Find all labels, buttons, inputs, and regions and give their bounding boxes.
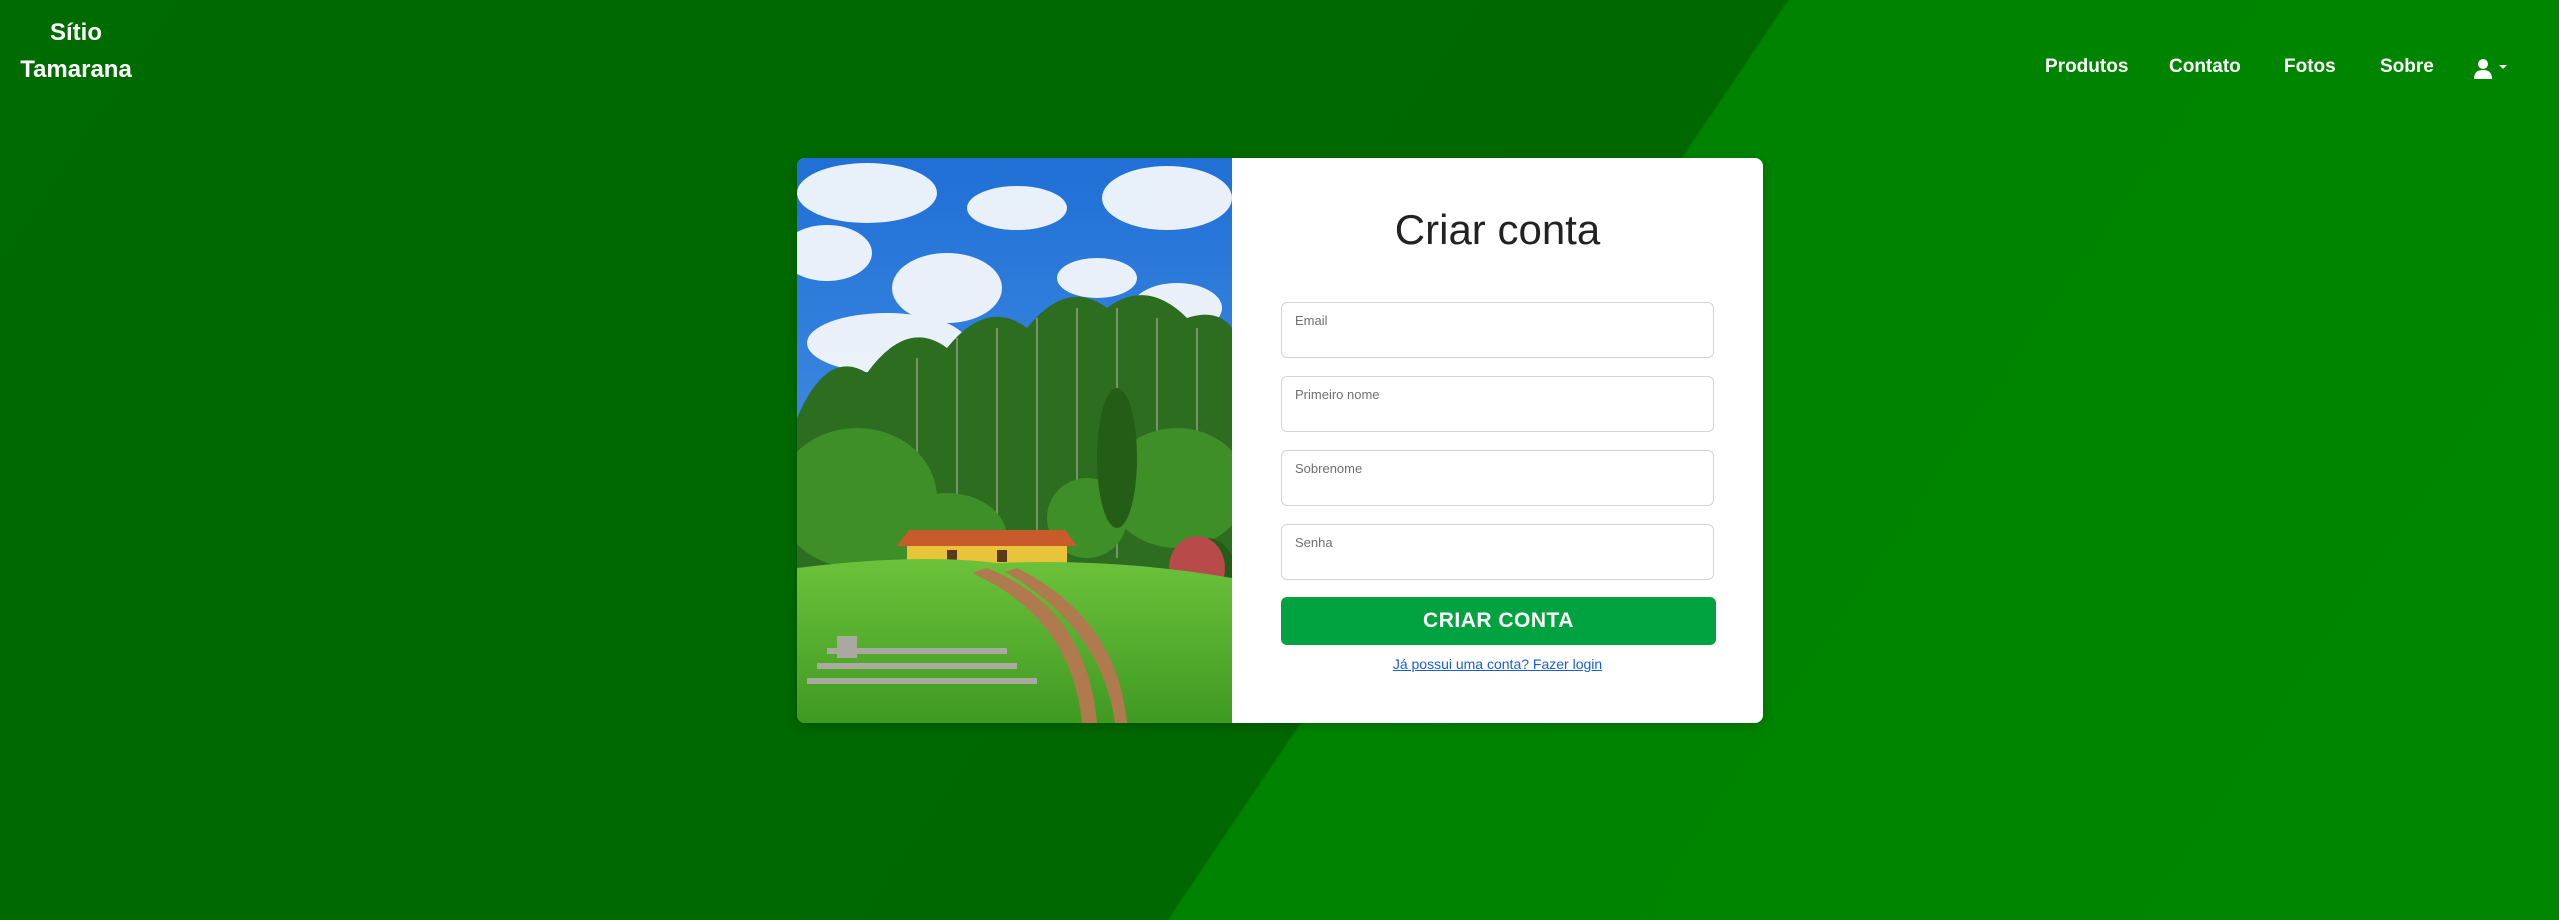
password-label: Senha [1295,535,1333,550]
user-menu-dropdown[interactable] [2474,58,2514,80]
email-label: Email [1295,313,1328,328]
first-name-field[interactable]: Primeiro nome [1281,376,1714,432]
login-link[interactable]: Já possui uma conta? Fazer login [1232,656,1763,672]
brand-logo[interactable]: Sítio Tamarana [20,14,132,88]
signup-card: Criar conta Email Primeiro nome Sobrenom… [797,158,1763,723]
email-input[interactable] [1294,327,1701,351]
password-input[interactable] [1294,549,1701,573]
user-icon [2474,59,2492,79]
last-name-input[interactable] [1294,475,1701,499]
form-title: Criar conta [1394,206,1601,253]
caret-down-icon [2499,65,2507,69]
nav-sobre[interactable]: Sobre [2380,56,2434,78]
password-field[interactable]: Senha [1281,524,1714,580]
email-field[interactable]: Email [1281,302,1714,358]
signup-form: Criar conta Email Primeiro nome Sobrenom… [1232,158,1763,723]
navbar: Sítio Tamarana Produtos Contato Fotos So… [0,0,2559,140]
first-name-input[interactable] [1294,401,1701,425]
last-name-label: Sobrenome [1295,461,1363,476]
brand-line-1: Sítio [50,19,102,46]
nav-fotos[interactable]: Fotos [2284,56,2336,78]
nav-produtos[interactable]: Produtos [2045,56,2128,78]
nav-contato[interactable]: Contato [2169,56,2241,78]
first-name-label: Primeiro nome [1295,387,1380,402]
last-name-field[interactable]: Sobrenome [1281,450,1714,506]
farm-landscape-photo [797,158,1247,723]
brand-line-2: Tamarana [20,56,132,83]
create-account-button[interactable]: CRIAR CONTA [1281,597,1716,645]
